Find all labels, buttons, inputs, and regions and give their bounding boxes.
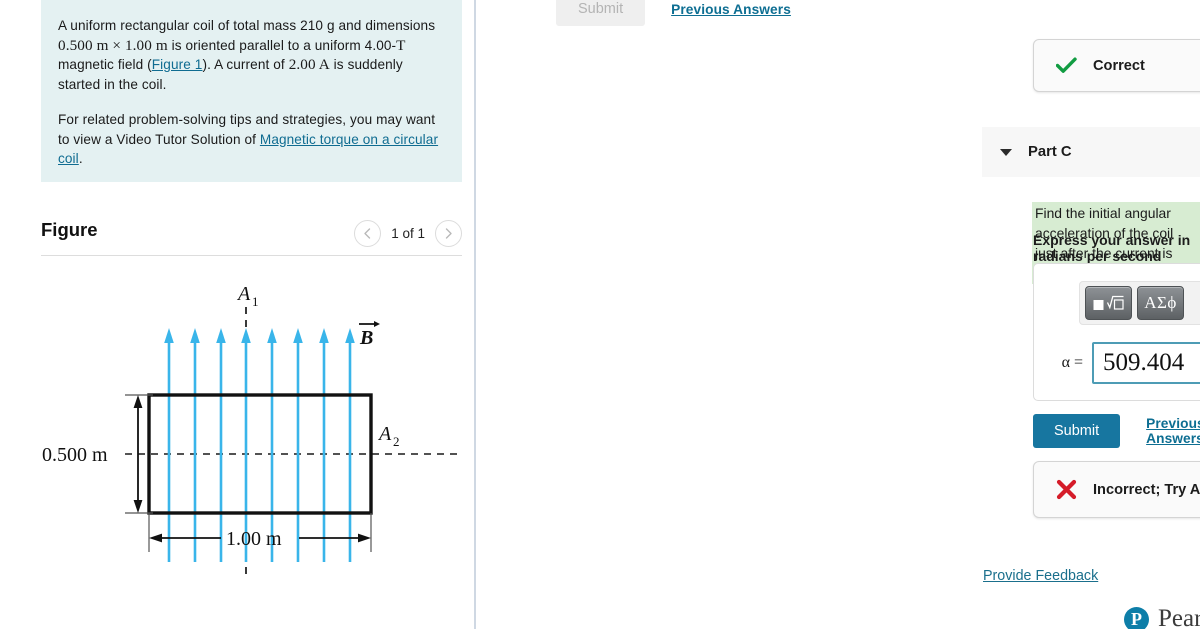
problem-text-3: magnetic field ( — [58, 57, 152, 72]
field-arrow — [319, 328, 329, 562]
check-icon — [1056, 57, 1077, 74]
math-toolbar: ΑΣϕ — [1079, 281, 1200, 325]
magnetic-field-arrows — [164, 328, 355, 562]
problem-unit-tesla: T — [396, 36, 406, 54]
submit-button-part-b[interactable]: Submit — [556, 0, 646, 26]
problem-paragraph-2-tail: . — [78, 151, 83, 166]
figure-counter: 1 of 1 — [391, 226, 425, 241]
figure-prev-button[interactable] — [354, 220, 382, 247]
field-arrow — [267, 328, 277, 562]
chevron-right-icon — [445, 228, 452, 239]
figure-title: Figure — [41, 219, 98, 240]
answer-variable-label: α = — [1061, 354, 1083, 371]
problem-paragraph-2: For related problem-solving tips and str… — [58, 110, 442, 169]
problem-left-panel: A uniform rectangular coil of total mass… — [0, 0, 474, 629]
greek-symbols-button[interactable]: ΑΣϕ — [1137, 286, 1184, 320]
field-arrow — [164, 328, 174, 562]
provide-feedback-link[interactable]: Provide Feedback — [983, 568, 1098, 584]
part-c-header[interactable]: Part C — [982, 127, 1200, 177]
figure-divider — [41, 255, 462, 256]
answer-input-row: α = rad/s2 — [1044, 340, 1200, 386]
undo-button[interactable] — [1193, 287, 1200, 319]
problem-text-4: ). A current of — [202, 57, 289, 72]
chevron-left-icon — [364, 228, 371, 239]
axis-a2-label: A — [377, 423, 392, 445]
figure-header: Figure 1 of 1 — [41, 216, 462, 258]
axis-a2-subscript: 2 — [393, 434, 400, 449]
field-label-b: B — [359, 327, 373, 349]
figure-diagram: A 1 A 2 B 0.500 m 1.00 m — [41, 262, 462, 592]
problem-current-value: 2.00 A — [288, 56, 330, 73]
pearson-logo: P Pearson — [1124, 605, 1200, 629]
previous-answers-link[interactable]: Previous Answers — [1146, 416, 1200, 446]
coil-magnetic-field-diagram: A 1 A 2 B 0.500 m 1.00 m — [42, 283, 461, 575]
figure-navigation: 1 of 1 — [354, 220, 462, 247]
field-arrow — [216, 328, 226, 562]
figure-1-link[interactable]: Figure 1 — [152, 57, 203, 72]
field-arrow — [293, 328, 303, 562]
width-label: 1.00 m — [226, 528, 282, 550]
part-c-label: Part C — [1028, 144, 1072, 160]
incorrect-status-text: Incorrect; Try Again; 4 attempts remaini… — [1093, 481, 1200, 498]
incorrect-status-box: Incorrect; Try Again; 4 attempts remaini… — [1033, 461, 1200, 518]
part-c-actions: Submit Previous Answers Request Answer — [1033, 414, 1200, 448]
pearson-logo-mark: P — [1124, 606, 1149, 629]
figure-next-button[interactable] — [435, 220, 462, 247]
axis-a1-label: A — [236, 283, 251, 305]
correct-status-text: Correct — [1093, 57, 1145, 74]
part-b-actions: Submit Previous Answers — [556, 0, 791, 26]
height-label: 0.500 m — [42, 444, 108, 466]
field-arrow — [190, 328, 200, 562]
problem-text-1: A uniform rectangular coil of total mass… — [58, 18, 436, 33]
page-root: A uniform rectangular coil of total mass… — [0, 0, 1200, 629]
field-arrow — [241, 328, 251, 562]
answer-input[interactable] — [1092, 342, 1200, 384]
problem-paragraph-1: A uniform rectangular coil of total mass… — [58, 16, 442, 94]
field-arrow — [345, 328, 355, 562]
field-vector-label: B — [359, 321, 380, 349]
submit-button[interactable]: Submit — [1033, 414, 1121, 448]
problem-text-2: is oriented parallel to a uniform 4.00- — [167, 37, 397, 53]
math-template-button[interactable] — [1085, 286, 1132, 320]
pearson-logo-text: Pearson — [1158, 605, 1200, 629]
axis-a1-subscript: 1 — [252, 294, 259, 309]
caret-down-icon[interactable] — [1000, 148, 1012, 156]
template-icon — [1093, 295, 1124, 310]
x-mark-icon — [1056, 479, 1077, 500]
answer-entry-card: ΑΣϕ α = 509.404 — [1033, 263, 1200, 401]
problem-statement-box: A uniform rectangular coil of total mass… — [41, 0, 462, 182]
previous-answers-link-part-b[interactable]: Previous Answers — [671, 2, 791, 17]
problem-dimensions: 0.500 m × 1.00 m — [58, 36, 168, 54]
correct-status-box: Correct — [1033, 39, 1200, 92]
answer-right-panel: Submit Previous Answers Correct Part C F… — [476, 0, 1200, 629]
